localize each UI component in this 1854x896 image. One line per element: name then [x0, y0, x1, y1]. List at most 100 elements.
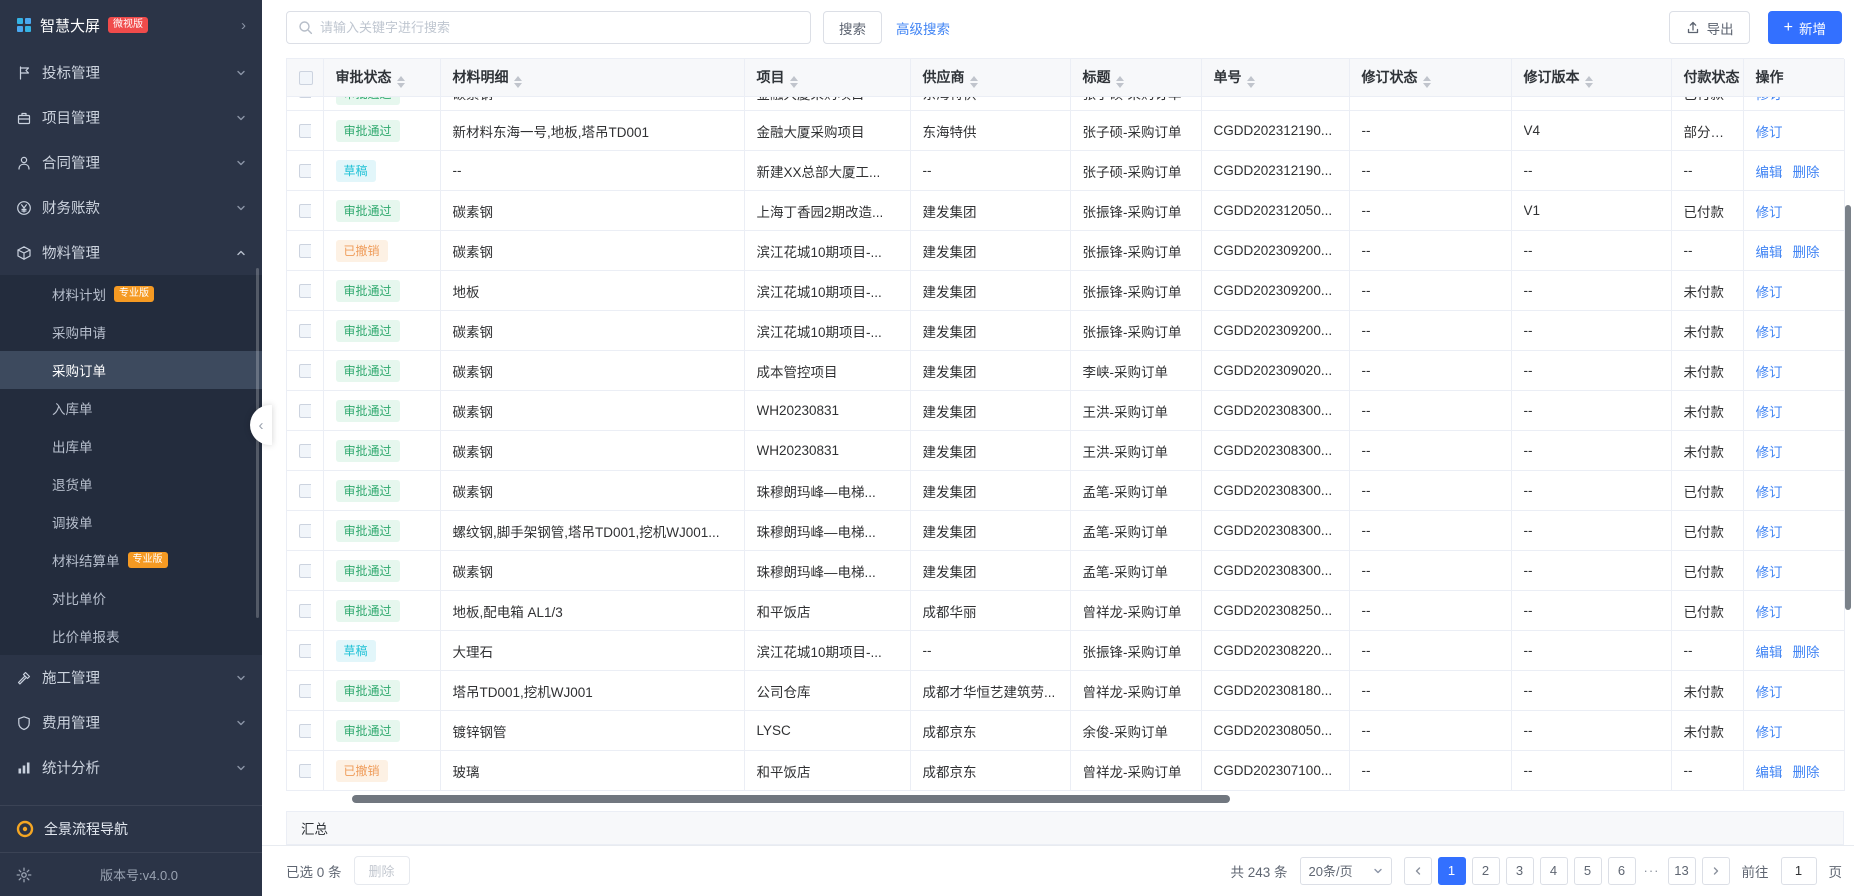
delete-link[interactable]: 删除	[1793, 165, 1820, 180]
revise-link[interactable]: 修订	[1756, 685, 1783, 700]
sort-icon[interactable]	[790, 76, 798, 88]
sidebar-logo[interactable]: 智慧大屏 微视版 ›	[0, 0, 262, 50]
revise-link[interactable]: 修订	[1756, 405, 1783, 420]
sidebar-item[interactable]: 施工管理	[0, 655, 262, 700]
sidebar-subitem[interactable]: 入库单	[0, 389, 262, 427]
column-header-material[interactable]: 材料明细	[440, 59, 744, 97]
page-button-1[interactable]: 1	[1438, 857, 1466, 885]
sidebar-subitem[interactable]: 比价单报表	[0, 617, 262, 655]
sidebar-item[interactable]: 项目管理	[0, 95, 262, 140]
row-checkbox[interactable]	[299, 284, 311, 298]
sort-icon[interactable]	[1423, 76, 1431, 88]
column-header-actions[interactable]: 操作	[1743, 59, 1844, 97]
add-button[interactable]: + 新增	[1768, 11, 1842, 44]
sort-icon[interactable]	[514, 76, 522, 88]
row-checkbox[interactable]	[299, 204, 311, 218]
sidebar-subitem[interactable]: 采购订单	[0, 351, 262, 389]
delete-link[interactable]: 删除	[1793, 645, 1820, 660]
sidebar-item[interactable]: 统计分析	[0, 745, 262, 790]
sidebar-subitem[interactable]: 调拨单	[0, 503, 262, 541]
row-checkbox[interactable]	[299, 484, 311, 498]
page-button-6[interactable]: 6	[1608, 857, 1636, 885]
revise-link[interactable]: 修订	[1756, 97, 1783, 103]
column-header-revisionStatus[interactable]: 修订状态	[1349, 59, 1511, 97]
sidebar-item[interactable]: 财务账款	[0, 185, 262, 230]
sidebar-item[interactable]: 合同管理	[0, 140, 262, 185]
page-button-4[interactable]: 4	[1540, 857, 1568, 885]
keyword-search-input[interactable]	[320, 20, 800, 35]
row-checkbox[interactable]	[299, 404, 311, 418]
revise-link[interactable]: 修订	[1756, 525, 1783, 540]
column-header-orderNo[interactable]: 单号	[1201, 59, 1349, 97]
row-checkbox[interactable]	[299, 564, 311, 578]
revise-link[interactable]: 修订	[1756, 445, 1783, 460]
revise-link[interactable]: 修订	[1756, 325, 1783, 340]
row-checkbox[interactable]	[299, 524, 311, 538]
sidebar-scrollbar[interactable]	[256, 268, 259, 618]
page-button-3[interactable]: 3	[1506, 857, 1534, 885]
row-checkbox[interactable]	[299, 364, 311, 378]
advanced-search-link[interactable]: 高级搜索	[896, 18, 950, 38]
row-checkbox[interactable]	[299, 604, 311, 618]
row-checkbox[interactable]	[299, 444, 311, 458]
revise-link[interactable]: 修订	[1756, 365, 1783, 380]
sidebar-subitem[interactable]: 出库单	[0, 427, 262, 465]
row-checkbox[interactable]	[299, 684, 311, 698]
revise-link[interactable]: 修订	[1756, 125, 1783, 140]
select-all-checkbox[interactable]	[299, 71, 313, 85]
sidebar-subitem[interactable]: 材料结算单专业版	[0, 541, 262, 579]
column-header-supplier[interactable]: 供应商	[910, 59, 1070, 97]
row-checkbox[interactable]	[299, 724, 311, 738]
sort-icon[interactable]	[1116, 76, 1124, 88]
row-checkbox[interactable]	[299, 324, 311, 338]
gear-icon[interactable]	[16, 867, 32, 883]
horizontal-scrollbar-thumb[interactable]	[352, 795, 1230, 803]
revise-link[interactable]: 修订	[1756, 485, 1783, 500]
delete-button[interactable]: 删除	[354, 856, 410, 885]
column-header-revisionVersion[interactable]: 修订版本	[1511, 59, 1671, 97]
goto-page-input[interactable]	[1781, 857, 1817, 885]
vertical-scrollbar-thumb[interactable]	[1845, 205, 1851, 610]
column-header-title[interactable]: 标题	[1070, 59, 1201, 97]
edit-link[interactable]: 编辑	[1756, 165, 1783, 180]
panorama-flow-nav-item[interactable]: 全景流程导航	[0, 806, 262, 852]
sidebar-item[interactable]: 投标管理	[0, 50, 262, 95]
sidebar-subitem[interactable]: 退货单	[0, 465, 262, 503]
revise-link[interactable]: 修订	[1756, 205, 1783, 220]
row-checkbox[interactable]	[299, 764, 311, 778]
edit-link[interactable]: 编辑	[1756, 765, 1783, 780]
sidebar-item[interactable]: 物料管理	[0, 230, 262, 275]
column-header-status[interactable]: 审批状态	[323, 59, 440, 97]
revise-link[interactable]: 修订	[1756, 565, 1783, 580]
next-page-button[interactable]	[1702, 857, 1730, 885]
export-button[interactable]: 导出	[1669, 11, 1750, 44]
page-size-select[interactable]: 20条/页	[1300, 857, 1392, 885]
sidebar-subitem[interactable]: 采购申请	[0, 313, 262, 351]
search-button[interactable]: 搜索	[823, 11, 882, 44]
revise-link[interactable]: 修订	[1756, 605, 1783, 620]
sort-icon[interactable]	[1247, 76, 1255, 88]
column-header-project[interactable]: 项目	[744, 59, 910, 97]
revise-link[interactable]: 修订	[1756, 725, 1783, 740]
row-checkbox[interactable]	[299, 164, 311, 178]
sidebar-subitem[interactable]: 对比单价	[0, 579, 262, 617]
column-header-payStatus[interactable]: 付款状态	[1671, 59, 1743, 97]
delete-link[interactable]: 删除	[1793, 765, 1820, 780]
sidebar-subitem[interactable]: 材料计划专业版	[0, 275, 262, 313]
prev-page-button[interactable]	[1404, 857, 1432, 885]
row-checkbox[interactable]	[299, 97, 311, 99]
row-checkbox[interactable]	[299, 124, 311, 138]
edit-link[interactable]: 编辑	[1756, 645, 1783, 660]
revise-link[interactable]: 修订	[1756, 285, 1783, 300]
sort-icon[interactable]	[970, 76, 978, 88]
row-checkbox[interactable]	[299, 244, 311, 258]
page-button-2[interactable]: 2	[1472, 857, 1500, 885]
edit-link[interactable]: 编辑	[1756, 245, 1783, 260]
page-button-13[interactable]: 13	[1668, 857, 1696, 885]
delete-link[interactable]: 删除	[1793, 245, 1820, 260]
sidebar-item[interactable]: 费用管理	[0, 700, 262, 745]
page-button-5[interactable]: 5	[1574, 857, 1602, 885]
row-checkbox[interactable]	[299, 644, 311, 658]
sort-icon[interactable]	[397, 76, 405, 88]
sort-icon[interactable]	[1585, 76, 1593, 88]
